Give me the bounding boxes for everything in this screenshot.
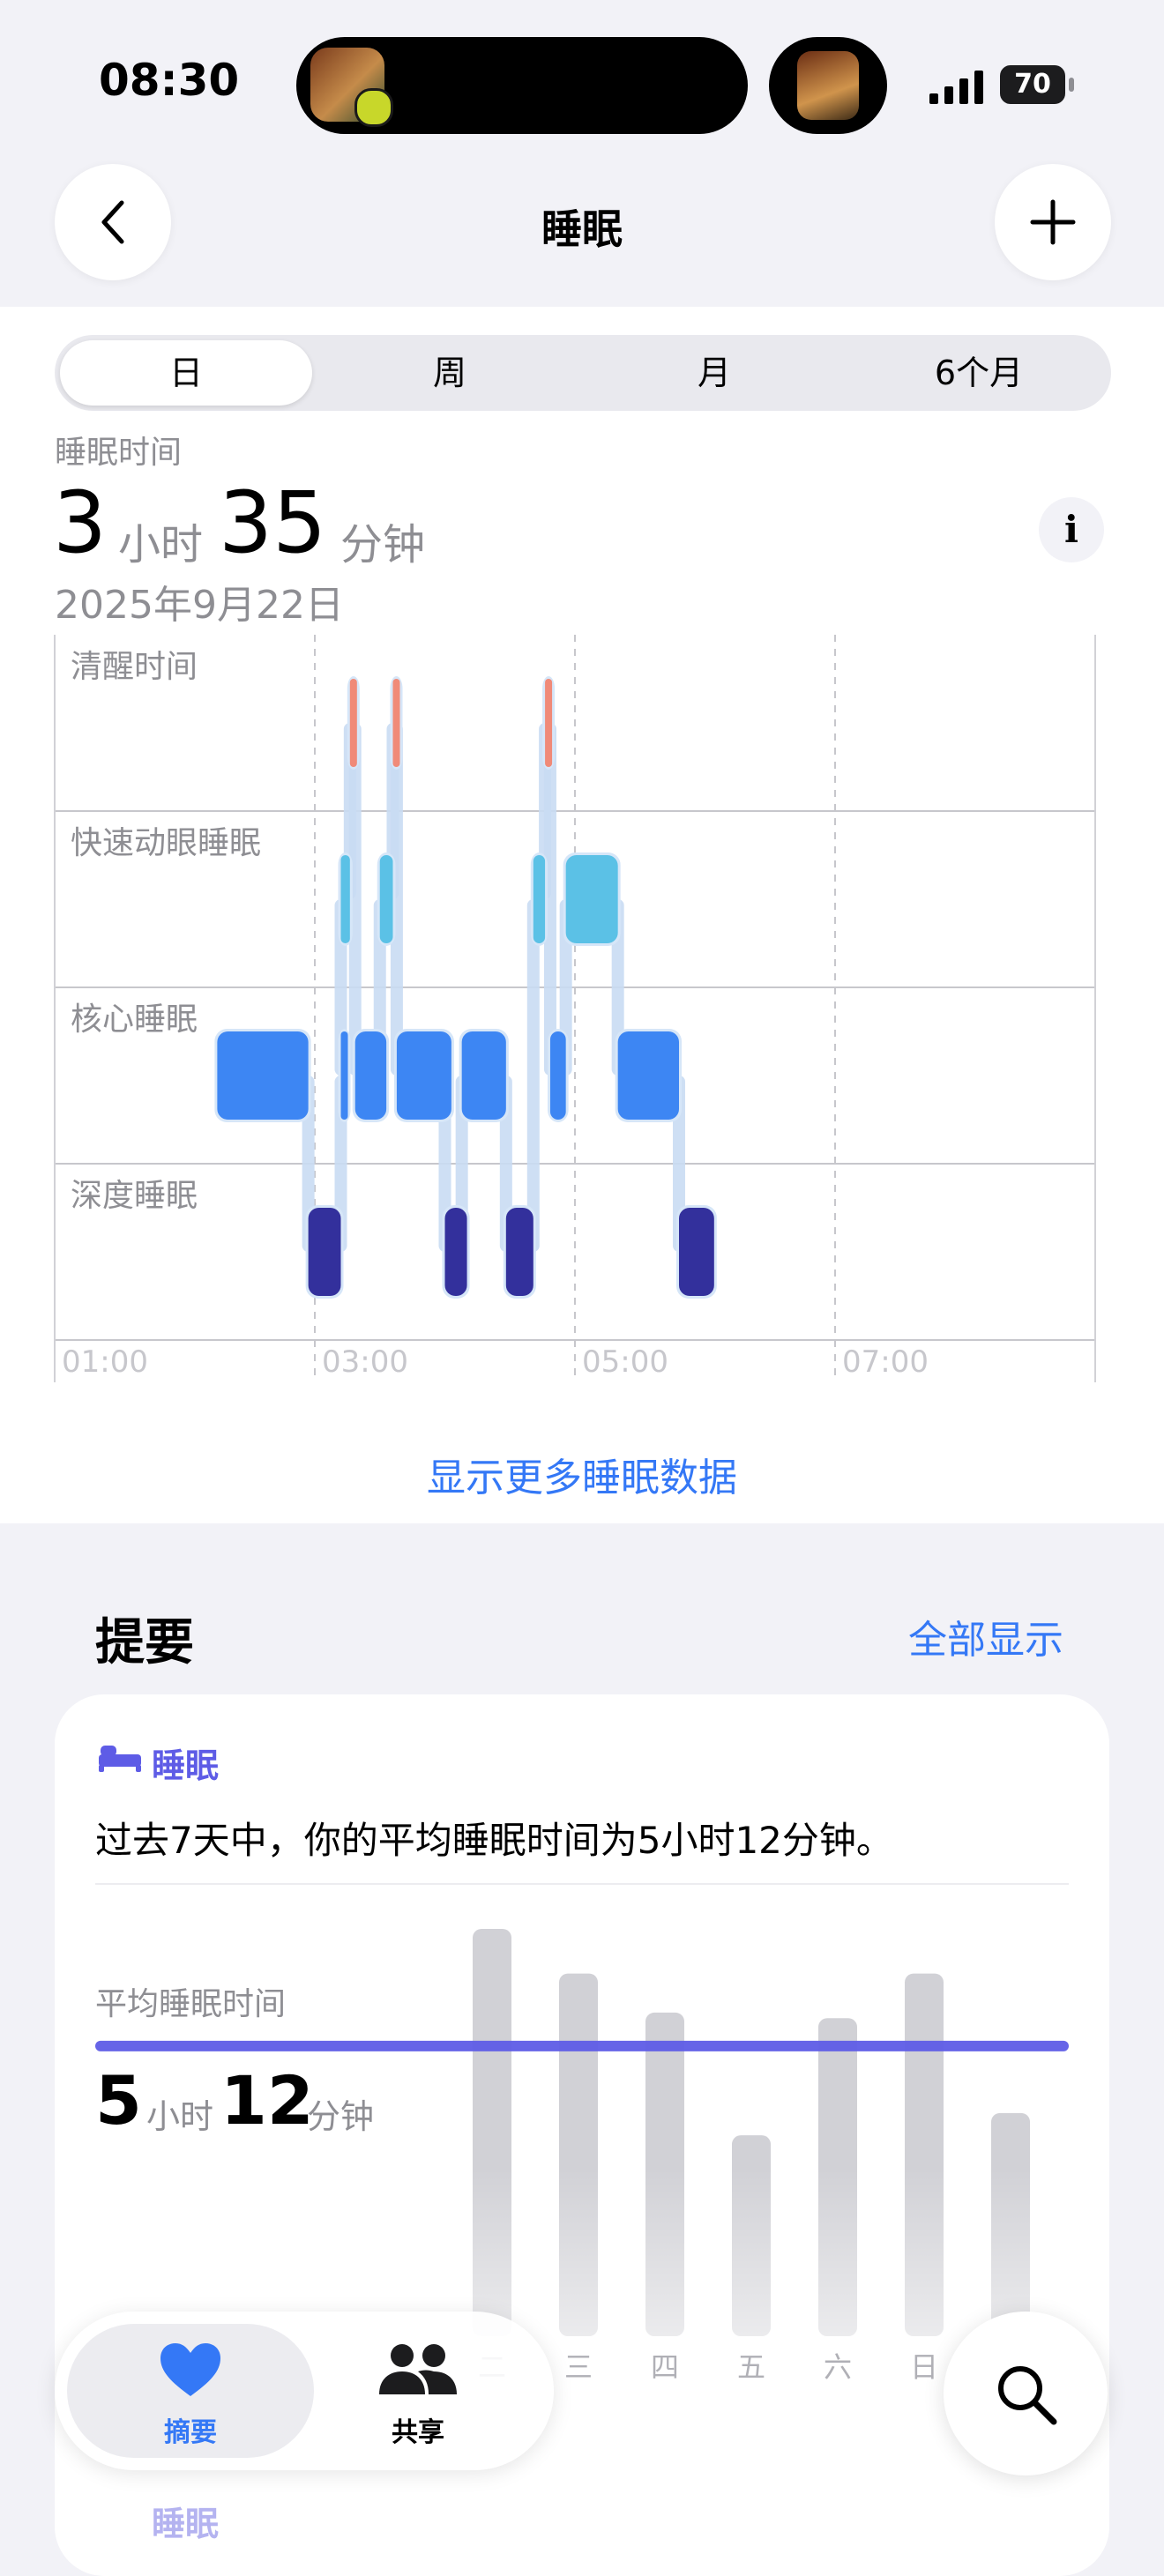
weekday-label: 三 [563, 2350, 593, 2384]
next-card-peek-label: 睡眠 [152, 2505, 220, 2543]
weekday-label: 六 [823, 2350, 852, 2384]
segment-month[interactable]: 月 [582, 351, 847, 395]
app-badge-icon [354, 88, 393, 127]
cellular-signal-icon [929, 71, 983, 104]
stage-block [349, 679, 357, 767]
metric-hours: 3 [53, 473, 108, 572]
stage-block [565, 855, 618, 943]
sleep-stages-chart[interactable]: 清醒时间快速动眼睡眠核心睡眠深度睡眠 01:00 03:00 05:00 07:00 [0, 617, 1164, 1411]
tab-sharing-label[interactable]: 共享 [330, 2410, 506, 2449]
show-all-link[interactable]: 全部显示 [908, 1608, 1063, 1664]
stage-block [461, 1031, 506, 1120]
bed-icon [99, 1746, 141, 1772]
live-activity-secondary-icon [797, 51, 859, 120]
metric-label: 睡眠时间 [55, 435, 183, 471]
info-button[interactable]: i [1039, 497, 1104, 562]
card-summary-text: 过去7天中，你的平均睡眠时间为5小时12分钟。 [95, 1819, 893, 1862]
tab-summary-label: 摘要 [164, 2417, 217, 2448]
show-more-sleep-data-link[interactable]: 显示更多睡眠数据 [0, 1446, 1164, 1502]
card-category: 睡眠 [152, 1746, 220, 1785]
people-icon[interactable] [376, 2341, 460, 2398]
summary-section-title: 提要 [95, 1614, 194, 1671]
stage-block [340, 855, 350, 943]
stage-block [533, 855, 546, 943]
stage-label: 深度睡眠 [71, 1178, 198, 1214]
x-tick-label: 07:00 [842, 1344, 929, 1380]
x-tick-label: 03:00 [322, 1344, 408, 1380]
weekday-label: 日 [909, 2350, 938, 2384]
heart-icon [160, 2343, 220, 2396]
segment-day[interactable]: 日 [54, 351, 318, 395]
search-icon [998, 2366, 1057, 2425]
status-time: 08:30 [99, 55, 240, 106]
stage-block [308, 1208, 341, 1296]
x-tick-label: 05:00 [582, 1344, 668, 1380]
segment-week[interactable]: 周 [317, 351, 582, 395]
info-icon: i [1064, 508, 1078, 551]
battery-tip [1069, 78, 1074, 92]
stage-block [354, 1031, 387, 1120]
stage-block [396, 1031, 451, 1120]
segment-6-months[interactable]: 6个月 [847, 351, 1111, 395]
stage-block [679, 1208, 714, 1296]
stage-block [217, 1031, 309, 1120]
metric-hours-unit: 小时 [118, 520, 204, 570]
metric-minutes: 35 [219, 473, 327, 572]
stage-block [392, 679, 400, 767]
battery-level: 70 [1000, 65, 1065, 104]
stage-label: 清醒时间 [71, 649, 198, 685]
bar-fade-overlay [441, 2169, 1076, 2345]
stage-label: 核心睡眠 [71, 1001, 198, 1038]
average-line [95, 2040, 1069, 2051]
stage-block [379, 855, 393, 943]
stage-block [545, 679, 553, 767]
add-data-button[interactable] [995, 164, 1111, 280]
x-tick-label: 01:00 [62, 1344, 148, 1380]
stage-block [340, 1031, 348, 1120]
stage-block [549, 1031, 566, 1120]
metric-minutes-unit: 分钟 [340, 520, 426, 570]
weekday-label: 五 [736, 2350, 765, 2384]
search-button[interactable] [944, 2312, 1108, 2475]
stage-transition-connector [526, 899, 540, 1252]
page-title: 睡眠 [541, 205, 623, 253]
stage-block [444, 1208, 467, 1296]
card-divider [95, 1883, 1069, 1885]
plus-icon [1030, 199, 1076, 245]
stage-label: 快速动眼睡眠 [71, 825, 261, 861]
stage-block [505, 1208, 534, 1296]
stage-block [617, 1031, 679, 1120]
weekday-label: 四 [650, 2350, 679, 2384]
weekly-sleep-chart [95, 1929, 1076, 2345]
